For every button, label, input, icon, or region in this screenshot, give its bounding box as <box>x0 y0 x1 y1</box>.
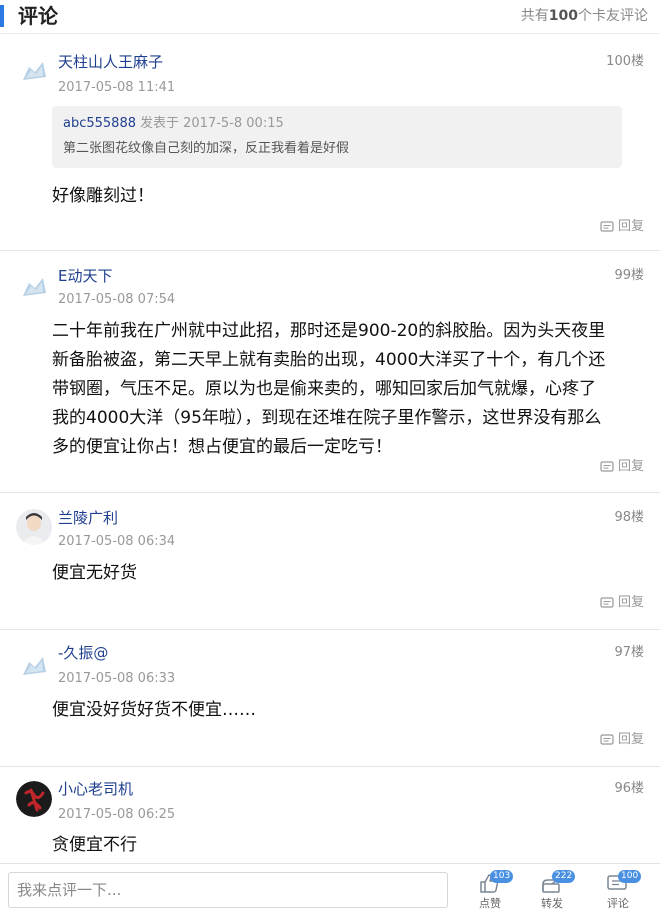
comment-time: 2017-05-08 07:54 <box>58 292 176 307</box>
comment-content: 二十年前我在广州就中过此招，那时还是900-20的斜胶胎。因为头天夜里 新备胎被… <box>52 321 606 457</box>
floor-number: 99楼 <box>614 268 644 283</box>
avatar[interactable] <box>16 509 52 545</box>
floor-number: 97楼 <box>614 645 644 660</box>
like-label: 点赞 <box>479 897 501 910</box>
reply-button[interactable]: 回复 <box>600 731 644 749</box>
floor-number: 98楼 <box>614 510 644 525</box>
comment-count-badge: 100 <box>618 870 642 883</box>
reply-icon <box>600 597 614 608</box>
reply-button[interactable]: 回复 <box>600 458 644 476</box>
comment-content: 便宜没好货好货不便宜…… <box>52 700 256 720</box>
reply-icon <box>600 734 614 745</box>
header-accent-bar <box>0 5 4 27</box>
quoted-comment: abc555888 发表于 2017-5-8 00:15 第二张图花纹像自己刻的加… <box>52 106 622 168</box>
comment-input[interactable]: 我来点评一下... <box>8 872 448 908</box>
comment-time: 2017-05-08 11:41 <box>58 80 176 95</box>
comment-item: -久振@ 97楼 2017-05-08 06:33 便宜没好货好货不便宜…… 回… <box>0 630 660 767</box>
comment-content: 便宜无好货 <box>52 563 137 583</box>
comment-item: 天柱山人王麻子 100楼 2017-05-08 11:41 abc555888 发… <box>0 35 660 251</box>
username[interactable]: -久振@ <box>58 643 108 663</box>
reply-icon <box>600 221 614 232</box>
person-photo-avatar-icon <box>16 509 52 545</box>
like-button[interactable]: 103 点赞 <box>468 870 514 910</box>
reply-icon <box>600 461 614 472</box>
quoted-meta: 发表于 2017-5-8 00:15 <box>140 116 284 131</box>
comment-content: 好像雕刻过！ <box>52 186 154 206</box>
calligraphy-avatar-icon <box>16 781 52 817</box>
cloud-avatar-icon <box>16 269 52 305</box>
cloud-avatar-icon <box>16 53 52 89</box>
cloud-avatar-icon <box>16 648 52 684</box>
comment-item: 兰陵广利 98楼 2017-05-08 06:34 便宜无好货 回复 <box>0 493 660 630</box>
reply-button[interactable]: 回复 <box>600 218 644 236</box>
avatar[interactable] <box>16 53 52 89</box>
username[interactable]: 小心老司机 <box>58 779 133 799</box>
floor-number: 96楼 <box>614 781 644 796</box>
username[interactable]: 天柱山人王麻子 <box>58 52 163 72</box>
comment-count: 共有100个卡友评论 <box>520 8 648 24</box>
quoted-username[interactable]: abc555888 <box>63 116 136 131</box>
comment-time: 2017-05-08 06:25 <box>58 807 176 822</box>
avatar[interactable] <box>16 269 52 305</box>
comment-label: 评论 <box>607 897 629 910</box>
comment-time: 2017-05-08 06:33 <box>58 671 176 686</box>
share-count-badge: 222 <box>552 870 576 883</box>
share-label: 转发 <box>541 897 563 910</box>
comment-button[interactable]: 100 评论 <box>596 870 642 910</box>
username[interactable]: E动天下 <box>58 266 112 286</box>
username[interactable]: 兰陵广利 <box>58 508 118 528</box>
reply-button[interactable]: 回复 <box>600 594 644 612</box>
floor-number: 100楼 <box>606 54 644 69</box>
comment-content: 贪便宜不行 <box>52 835 137 855</box>
bottom-action-bar: 我来点评一下... 103 点赞 222 转发 100 评论 <box>0 863 660 911</box>
avatar[interactable] <box>16 648 52 684</box>
share-button[interactable]: 222 转发 <box>530 870 576 910</box>
comment-item: 小心老司机 96楼 2017-05-08 06:25 贪便宜不行 <box>0 767 660 863</box>
quoted-text: 第二张图花纹像自己刻的加深，反正我看着是好假 <box>63 141 350 156</box>
comment-item: E动天下 99楼 2017-05-08 07:54 二十年前我在广州就中过此招，… <box>0 251 660 493</box>
avatar[interactable] <box>16 781 52 817</box>
comment-time: 2017-05-08 06:34 <box>58 534 176 549</box>
page-title: 评论 <box>18 4 58 28</box>
comments-header: 评论 共有100个卡友评论 <box>0 0 660 34</box>
like-count-badge: 103 <box>490 870 514 883</box>
